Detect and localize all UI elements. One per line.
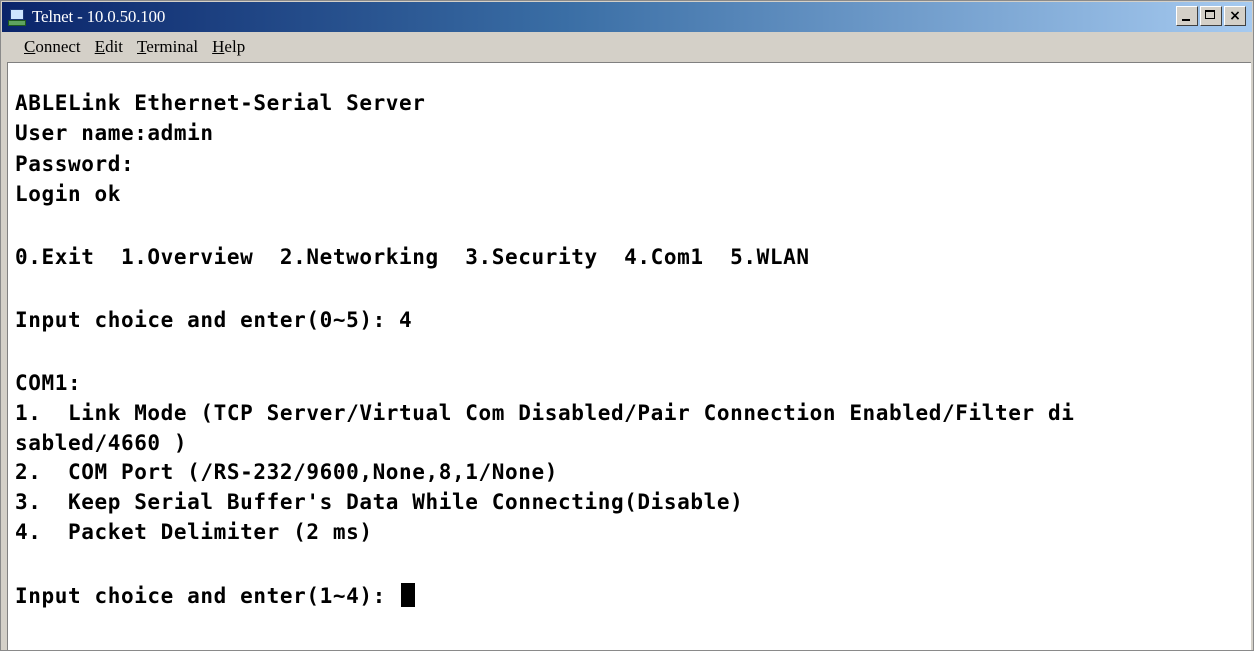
terminal-prompt-line: Input choice and enter(1~4):	[15, 582, 416, 610]
prompt-text: Input choice and enter(1~4):	[15, 584, 400, 608]
title-bar[interactable]: Telnet - 10.0.50.100 ×	[2, 2, 1252, 32]
terminal-line: 2. COM Port (/RS-232/9600,None,8,1/None)	[15, 460, 558, 484]
maximize-icon	[1205, 10, 1215, 19]
text-cursor	[401, 583, 416, 607]
window-controls: ×	[1176, 6, 1246, 26]
menu-terminal[interactable]: Terminal	[137, 37, 198, 57]
terminal-line: 1. Link Mode (TCP Server/Virtual Com Dis…	[15, 401, 1075, 425]
telnet-window: Telnet - 10.0.50.100 × Connect Edit Term…	[0, 0, 1254, 651]
menu-help[interactable]: Help	[212, 37, 245, 57]
terminal-line: 4. Packet Delimiter (2 ms)	[15, 520, 373, 544]
terminal-line: User name:admin	[15, 121, 214, 145]
minimize-button[interactable]	[1176, 6, 1198, 26]
minimize-icon	[1182, 19, 1190, 21]
terminal-screen[interactable]: ABLELink Ethernet-Serial Server User nam…	[7, 62, 1251, 650]
terminal-line: Input choice and enter(0~5): 4	[15, 308, 413, 332]
terminal-line: Password:	[15, 152, 135, 176]
terminal-line: ABLELink Ethernet-Serial Server	[15, 91, 426, 115]
terminal-line: COM1:	[15, 371, 82, 395]
menu-connect[interactable]: Connect	[24, 37, 81, 57]
close-button[interactable]: ×	[1224, 6, 1246, 26]
telnet-app-icon[interactable]	[8, 8, 26, 26]
terminal-line: Login ok	[15, 182, 121, 206]
menu-edit[interactable]: Edit	[95, 37, 123, 57]
close-icon: ×	[1229, 8, 1241, 24]
terminal-main-menu-line: 0.Exit 1.Overview 2.Networking 3.Securit…	[15, 245, 810, 269]
menu-bar: Connect Edit Terminal Help	[2, 34, 1252, 60]
maximize-button[interactable]	[1200, 6, 1222, 26]
window-title: Telnet - 10.0.50.100	[32, 7, 166, 26]
terminal-line: sabled/4660 )	[15, 431, 188, 455]
terminal-line: 3. Keep Serial Buffer's Data While Conne…	[15, 490, 744, 514]
